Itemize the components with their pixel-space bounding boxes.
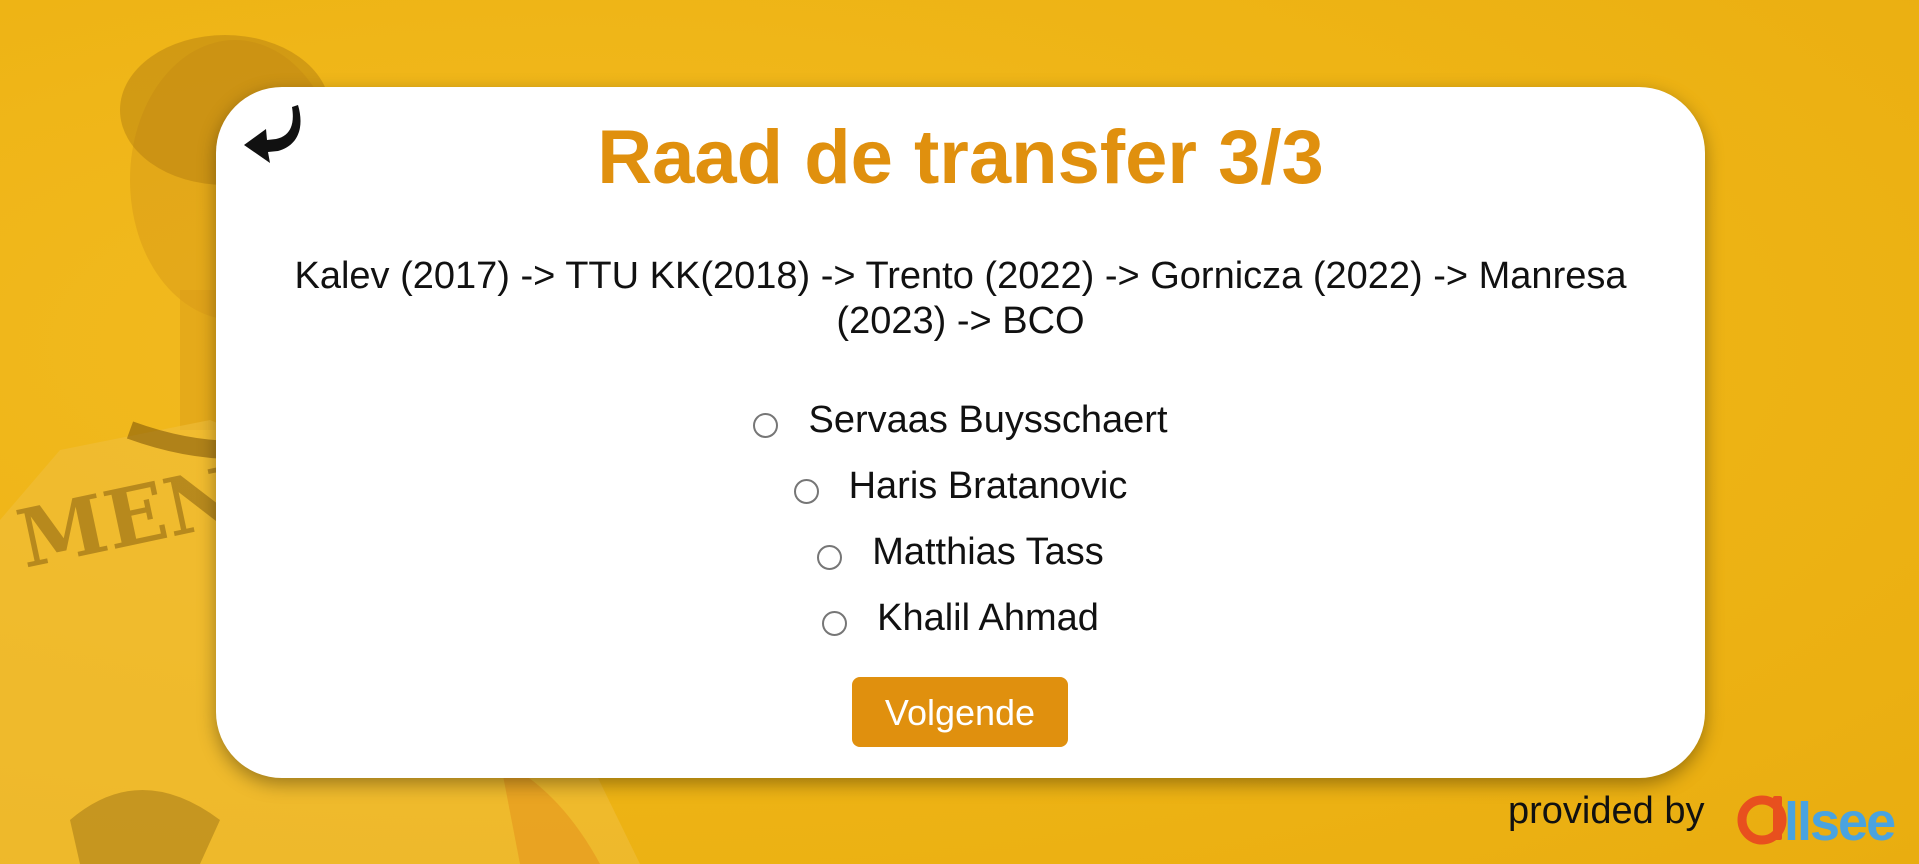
radio-button[interactable] (793, 478, 819, 504)
transfer-history: Kalev (2017) -> TTU KK(2018) -> Trento (… (294, 255, 1627, 342)
option-label: Haris Bratanovic (848, 464, 1128, 507)
svg-text:llsee: llsee (1784, 792, 1895, 850)
option-servaas-buysschaert[interactable]: Servaas Buysschaert (216, 387, 1705, 453)
radio-button[interactable] (817, 544, 843, 570)
option-label: Khalil Ahmad (877, 596, 1099, 639)
radio-button[interactable] (822, 610, 848, 636)
next-button[interactable]: Volgende (852, 677, 1068, 747)
option-haris-bratanovic[interactable]: Haris Bratanovic (216, 453, 1705, 519)
quiz-card: Raad de transfer 3/3 Kalev (2017) -> TTU… (216, 87, 1705, 778)
provided-by-text: provided by (1508, 790, 1705, 832)
option-khalil-ahmad[interactable]: Khalil Ahmad (216, 585, 1705, 651)
allsee-logo[interactable]: llsee (1736, 786, 1908, 850)
option-matthias-tass[interactable]: Matthias Tass (216, 519, 1705, 585)
option-label: Matthias Tass (872, 530, 1104, 573)
option-label: Servaas Buysschaert (808, 398, 1168, 441)
answer-options: Servaas Buysschaert Haris Bratanovic Mat… (216, 387, 1705, 651)
page-title: Raad de transfer 3/3 (597, 115, 1324, 200)
radio-button[interactable] (753, 412, 779, 438)
